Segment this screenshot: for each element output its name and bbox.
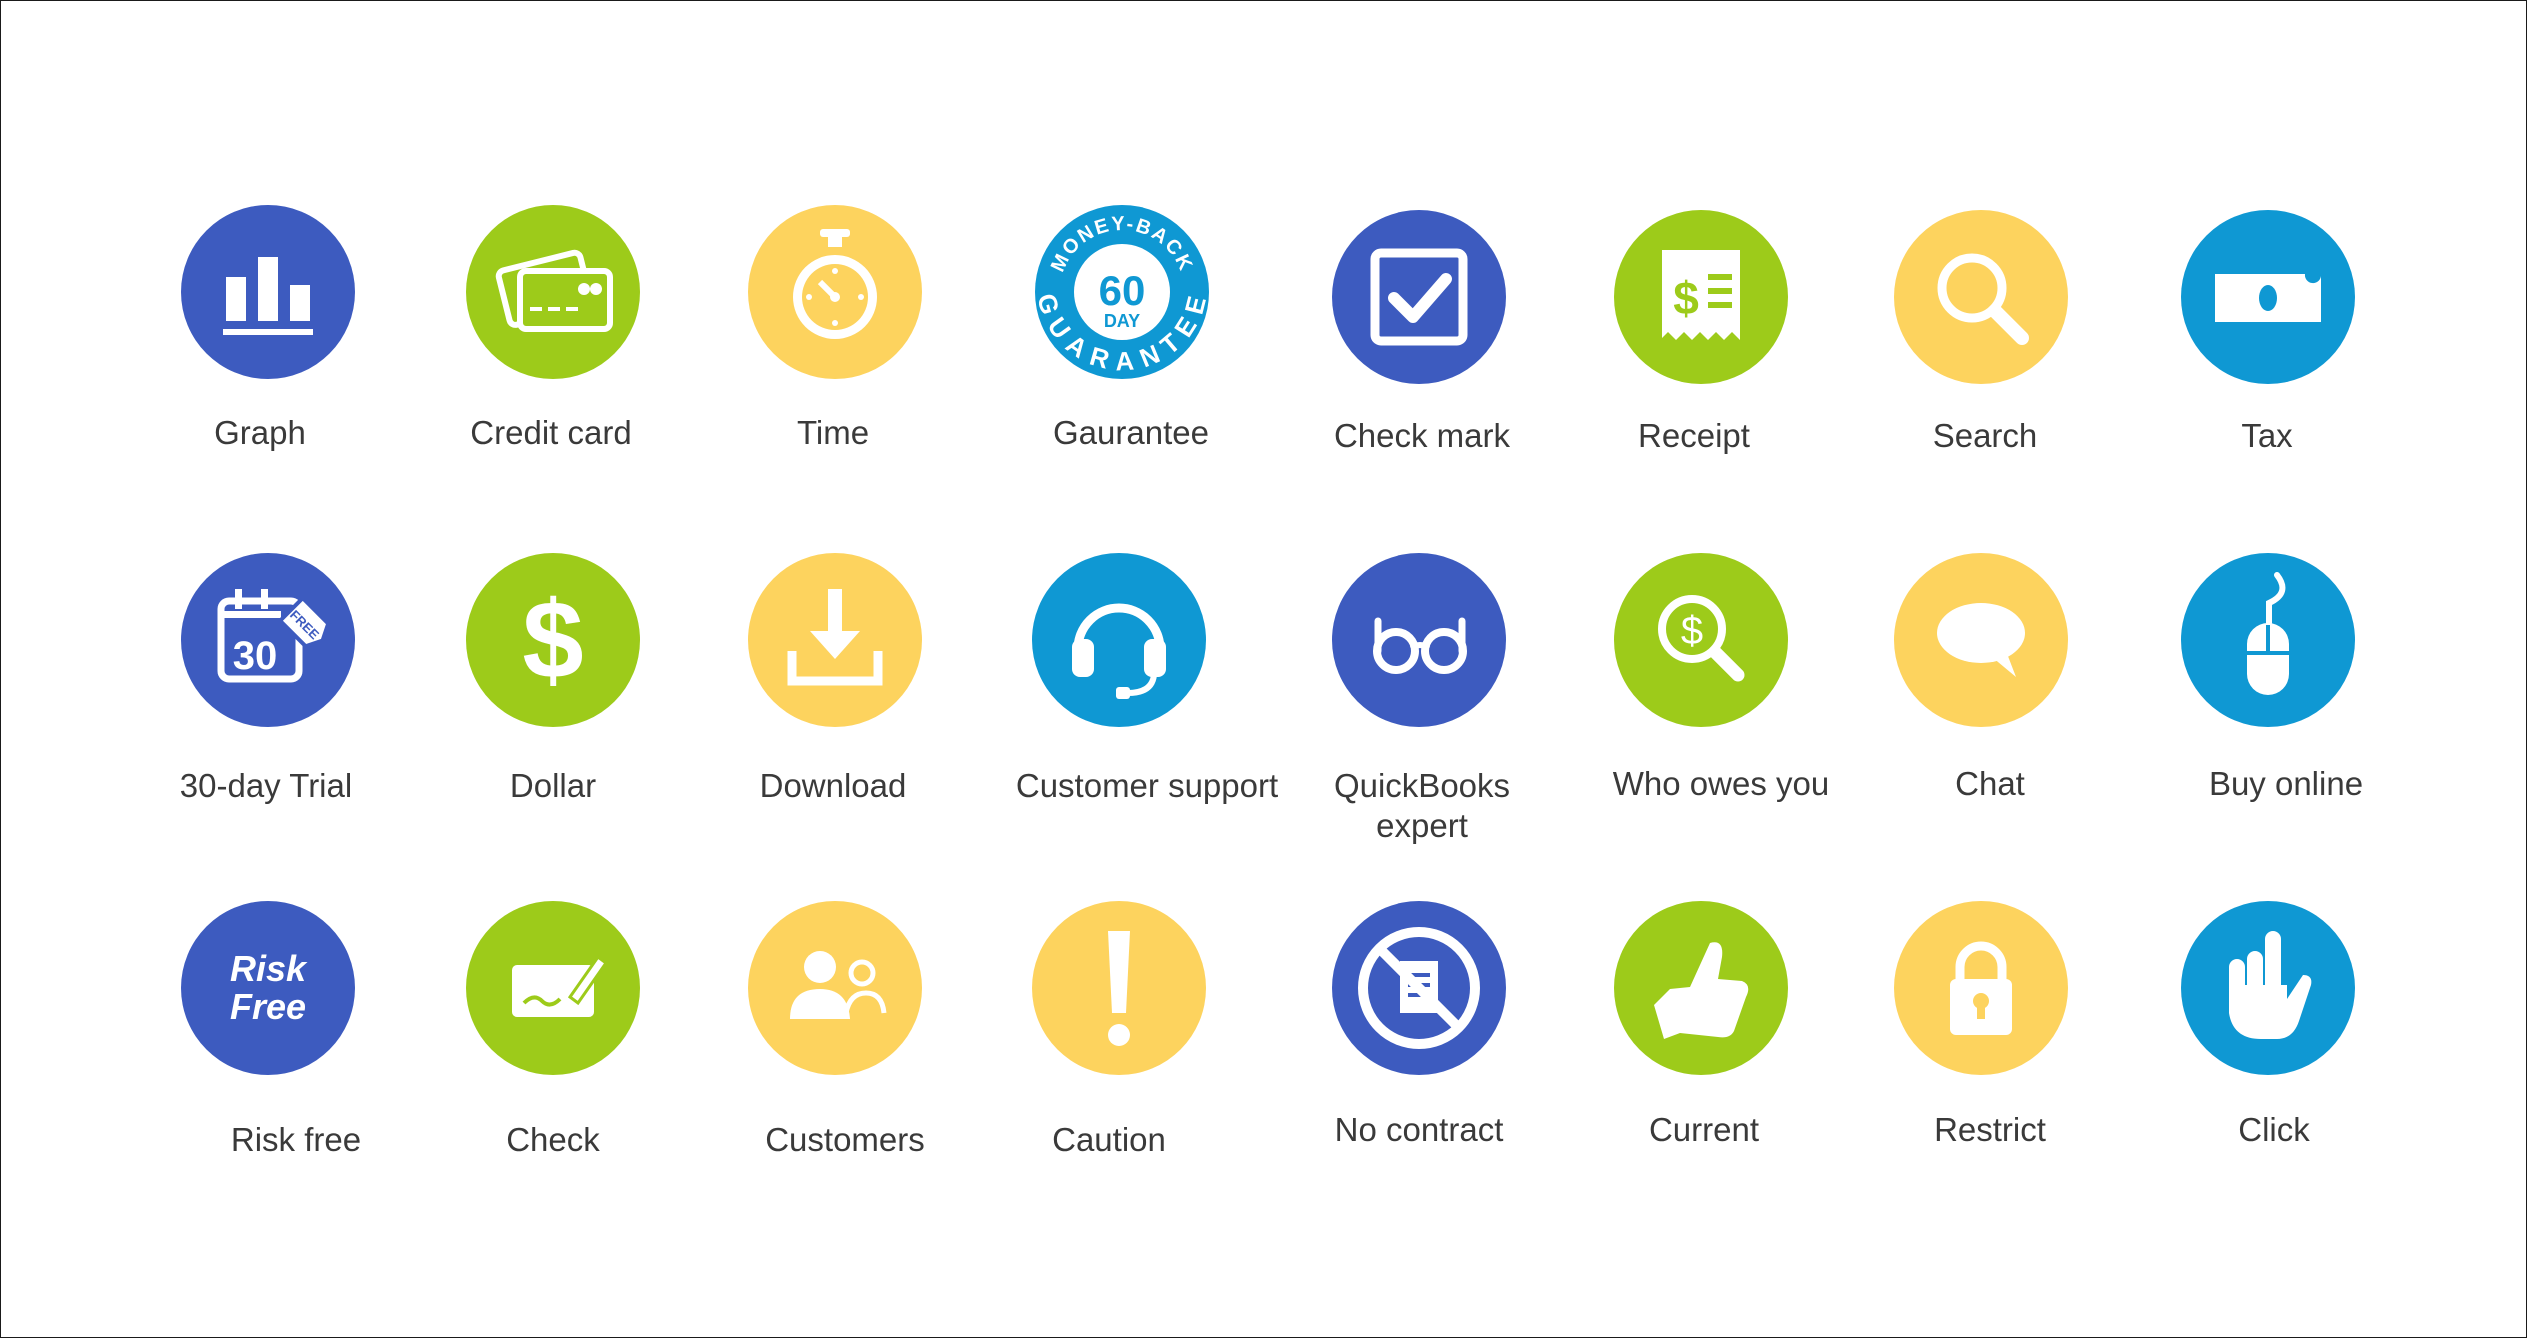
no-contract-icon bbox=[1332, 901, 1506, 1075]
speech-bubble-icon bbox=[1894, 553, 2068, 727]
icon-label-time: Time bbox=[796, 414, 870, 451]
exclamation-icon bbox=[1032, 901, 1206, 1075]
dollar-magnifier-icon: $ bbox=[1614, 553, 1788, 727]
icon-label-click: Click bbox=[2238, 1111, 2310, 1148]
bar-chart-icon bbox=[181, 205, 355, 379]
svg-text:DAY: DAY bbox=[1104, 311, 1140, 331]
svg-text:$: $ bbox=[522, 579, 583, 702]
credit-card-icon bbox=[466, 205, 640, 379]
icon-label-chat: Chat bbox=[1955, 765, 2025, 802]
svg-text:$: $ bbox=[1673, 272, 1699, 324]
icon-label-caution: Caution bbox=[1052, 1121, 1166, 1158]
bitten-bill-icon bbox=[2181, 210, 2355, 384]
icon-label-download: Download bbox=[759, 767, 907, 804]
glasses-icon bbox=[1332, 553, 1506, 727]
people-icon bbox=[748, 901, 922, 1075]
svg-text:$: $ bbox=[1681, 609, 1703, 653]
pointing-hand-icon bbox=[2181, 901, 2355, 1075]
risk-free-icon: Risk Free bbox=[181, 901, 355, 1075]
money-back-guarantee-icon: MONEY-BACK GUARANTEE 60 DAY bbox=[1035, 205, 1209, 379]
download-icon bbox=[748, 553, 922, 727]
check-sign-icon bbox=[466, 901, 640, 1075]
icon-label-receipt: Receipt bbox=[1638, 417, 1750, 454]
padlock-icon bbox=[1894, 901, 2068, 1075]
receipt-icon: $ bbox=[1614, 210, 1788, 384]
svg-text:Free: Free bbox=[230, 986, 306, 1027]
checkbox-icon bbox=[1332, 210, 1506, 384]
icon-label-quickbooks-expert: QuickBooks expert bbox=[1333, 767, 1511, 844]
icon-label-graph: Graph bbox=[214, 414, 306, 451]
icon-label-tax: Tax bbox=[2241, 417, 2293, 454]
calendar-free-tag-icon: 30 FREE bbox=[181, 553, 355, 727]
icon-label-guarantee: Gaurantee bbox=[1053, 414, 1209, 451]
headset-icon bbox=[1032, 553, 1206, 727]
svg-text:60: 60 bbox=[1099, 267, 1146, 314]
mouse-icon bbox=[2181, 553, 2355, 727]
dollar-icon: $ bbox=[466, 553, 640, 727]
icon-label-check: Check bbox=[506, 1121, 600, 1158]
icon-label-buy-online: Buy online bbox=[2208, 765, 2364, 802]
stopwatch-icon bbox=[748, 205, 922, 379]
svg-text:30: 30 bbox=[233, 634, 278, 678]
svg-text:Risk: Risk bbox=[230, 948, 308, 989]
magnifier-icon bbox=[1894, 210, 2068, 384]
thumbs-up-icon bbox=[1614, 901, 1788, 1075]
